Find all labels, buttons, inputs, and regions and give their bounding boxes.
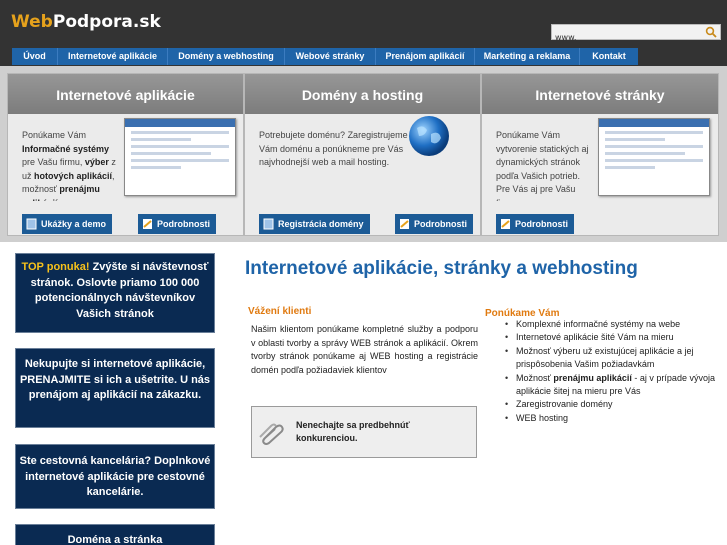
search-input[interactable] xyxy=(552,30,692,45)
logo-part-web: Web xyxy=(11,12,53,32)
main-nav: Úvod Internetové aplikácie Domény a webh… xyxy=(12,48,638,65)
nav-item-marketing-reklama[interactable]: Marketing a reklama xyxy=(475,48,580,65)
header: WebPodpora.sk Úvod Internetové aplikácie… xyxy=(0,0,727,66)
logo-part-podpora: Podpora.sk xyxy=(52,12,161,32)
page-title: Internetové aplikácie, stránky a webhost… xyxy=(245,258,638,279)
offer-list: Komplexné informačné systémy na webe Int… xyxy=(503,318,725,426)
panel-text: Potrebujete doménu? Zaregistrujeme Vám d… xyxy=(259,130,408,168)
list-item: WEB hosting xyxy=(503,412,725,426)
banner-rent-apps[interactable]: Nekupujte si internetové aplikácie, PREN… xyxy=(15,348,215,428)
list-item: Internetové aplikácie šité Vám na mieru xyxy=(503,331,725,345)
globe-icon xyxy=(409,116,449,156)
apps-details-button[interactable]: Podrobnosti xyxy=(138,214,216,234)
document-icon xyxy=(501,219,510,229)
register-domain-button[interactable]: Registrácia domény xyxy=(259,214,370,234)
banner-domain-page[interactable]: Doména a stránka xyxy=(15,524,215,545)
web-screenshot-image xyxy=(598,118,710,196)
banner-travel-agency[interactable]: Ste cestovná kancelária? Doplnkové inter… xyxy=(15,444,215,509)
competition-note: Nenechajte sa predbehnúť konkurenciou. xyxy=(251,406,477,458)
panel-text: Ponúkame Vám vytvorenie statických aj dy… xyxy=(496,130,589,201)
panel-text: Ponúkame Vám Informačné systémy pre Vašu… xyxy=(22,130,116,201)
web-details-button[interactable]: Podrobnosti xyxy=(496,214,574,234)
panel-title: Internetové aplikácie xyxy=(8,74,243,114)
note-text: Nenechajte sa predbehnúť konkurenciou. xyxy=(296,420,410,443)
search-icon[interactable] xyxy=(705,26,717,38)
panel-internet-apps: Internetové aplikácie Ponúkame Vám Infor… xyxy=(7,73,244,236)
site-logo[interactable]: WebPodpora.sk xyxy=(11,12,161,32)
paperclip-icon xyxy=(259,423,284,445)
list-item: Možnosť prenájmu aplikácií - aj v prípad… xyxy=(503,372,725,399)
panel-web-pages: Internetové stránky Ponúkame Vám vytvore… xyxy=(481,73,719,236)
document-icon xyxy=(143,219,152,229)
panel-domains-hosting: Domény a hosting Potrebujete doménu? Zar… xyxy=(244,73,481,236)
screen-icon xyxy=(263,218,274,230)
nav-item-uvod[interactable]: Úvod xyxy=(12,48,58,65)
panel-title: Internetové stránky xyxy=(482,74,718,114)
nav-item-webove-stranky[interactable]: Webové stránky xyxy=(285,48,376,65)
nav-item-kontakt[interactable]: Kontakt xyxy=(580,48,638,65)
nav-item-domeny-webhosting[interactable]: Domény a webhosting xyxy=(168,48,285,65)
clients-text: Našim klientom ponúkame kompletné služby… xyxy=(251,324,478,375)
banner-top-offer[interactable]: TOP ponuka! Zvýšte si návštevnosť stráno… xyxy=(15,253,215,333)
search-box xyxy=(551,24,721,45)
screen-icon xyxy=(26,218,37,230)
panel-title: Domény a hosting xyxy=(245,74,480,114)
demo-button[interactable]: Ukážky a demo xyxy=(22,214,113,234)
list-item: Komplexné informačné systémy na webe xyxy=(503,318,725,332)
clients-heading: Vážení klienti xyxy=(248,306,312,317)
list-item: Možnosť výberu už existujúcej aplikácie … xyxy=(503,345,725,372)
domains-details-button[interactable]: Podrobnosti xyxy=(395,214,473,234)
nav-item-internetove-aplikacie[interactable]: Internetové aplikácie xyxy=(58,48,168,65)
document-icon xyxy=(400,219,409,229)
nav-item-prenajom-aplikacii[interactable]: Prenájom aplikácií xyxy=(376,48,475,65)
list-item: Zaregistrovanie domény xyxy=(503,398,725,412)
app-screenshot-image xyxy=(124,118,236,196)
